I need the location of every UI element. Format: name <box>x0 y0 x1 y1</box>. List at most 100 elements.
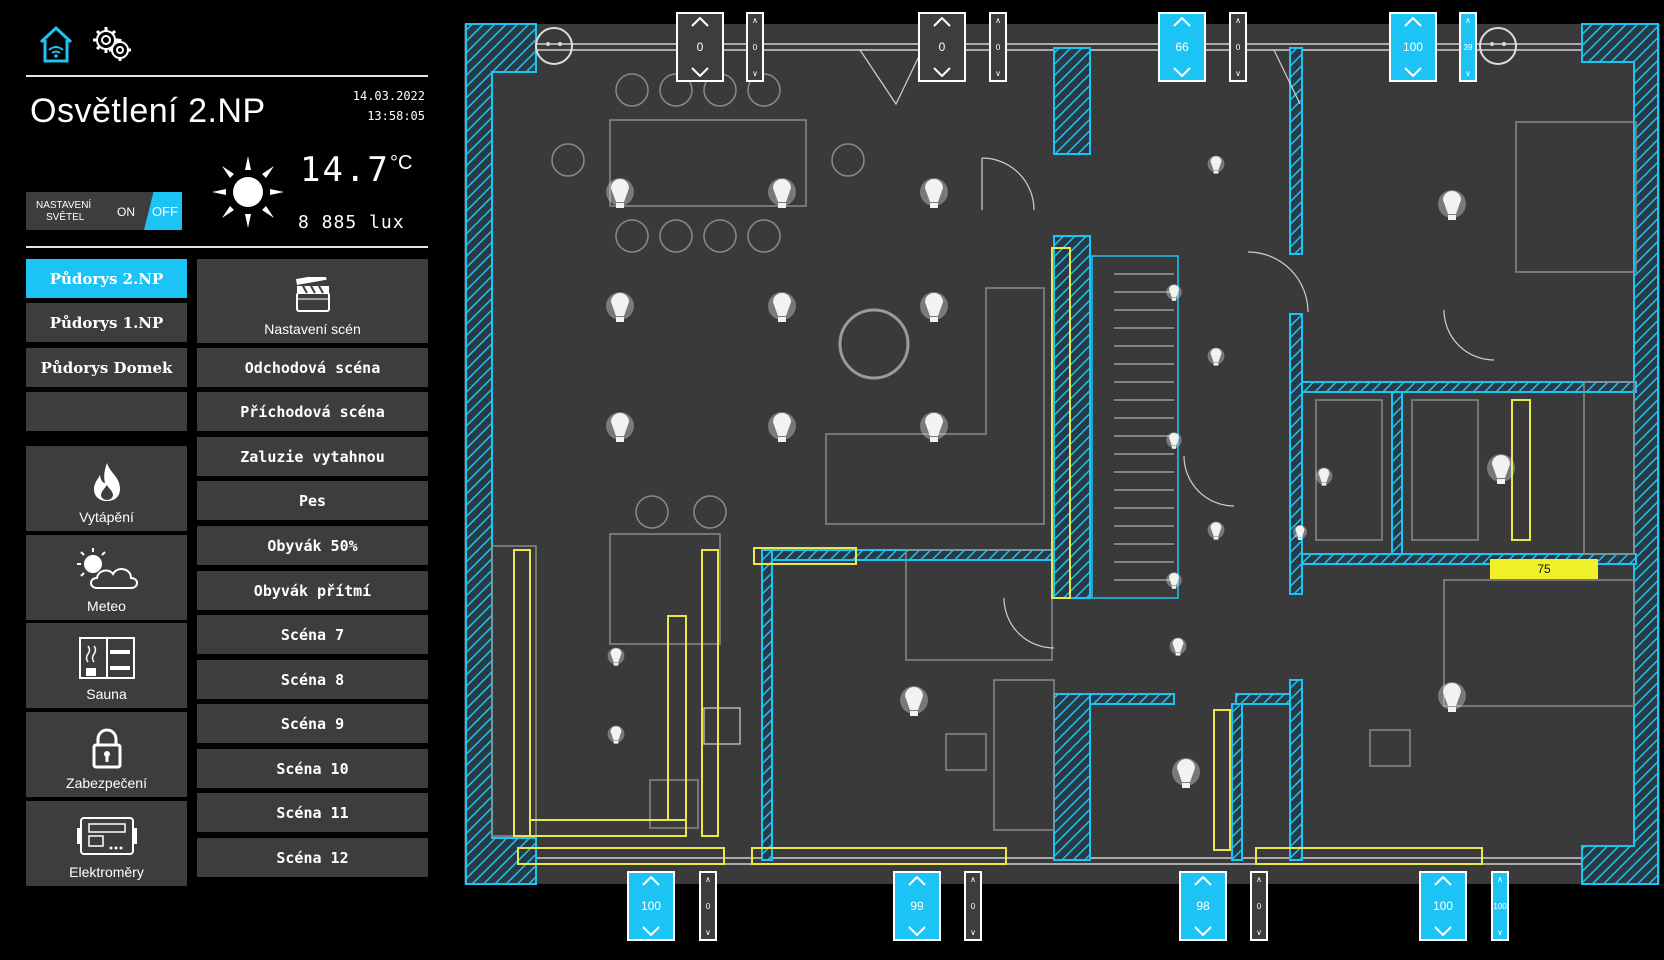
tile-sauna[interactable]: Sauna <box>26 623 187 708</box>
gears-icon[interactable] <box>90 24 134 64</box>
blind-bottom-1[interactable]: 100 <box>627 871 675 941</box>
slat-bottom-3[interactable]: ∧ 0 ∨ <box>1250 871 1268 941</box>
tile-heating[interactable]: Vytápění <box>26 446 187 531</box>
slat-value: 100 <box>1493 901 1507 911</box>
blind-top-3[interactable]: 66 <box>1158 12 1206 82</box>
chevron-up-icon[interactable]: ∧ <box>752 16 758 25</box>
chevron-up-icon[interactable]: ∧ <box>970 875 976 884</box>
chevron-down-icon[interactable] <box>1403 67 1423 77</box>
chevron-up-icon[interactable] <box>641 876 661 886</box>
chevron-down-icon[interactable]: ∨ <box>1256 928 1262 937</box>
chevron-up-icon[interactable] <box>907 876 927 886</box>
slat-top-4[interactable]: ∧ 39 ∨ <box>1459 12 1477 82</box>
blind-position-value: 100 <box>640 899 662 913</box>
slat-top-3[interactable]: ∧ 0 ∨ <box>1229 12 1247 82</box>
chevron-up-icon[interactable] <box>1403 17 1423 27</box>
temperature-unit: °C <box>390 152 413 174</box>
slat-value: 0 <box>705 901 711 911</box>
toggle-on-label: ON <box>117 205 135 219</box>
chevron-down-icon[interactable] <box>690 67 710 77</box>
slat-value: 0 <box>752 42 758 52</box>
scene-button-3[interactable]: Zaluzie vytahnou <box>197 437 428 476</box>
blind-top-2[interactable]: 0 <box>918 12 966 82</box>
home-wifi-icon[interactable] <box>38 24 74 64</box>
scene-button-1[interactable]: Odchodová scéna <box>197 348 428 387</box>
chevron-up-icon[interactable]: ∧ <box>995 16 1001 25</box>
chevron-up-icon[interactable] <box>690 17 710 27</box>
sun-icon <box>210 154 286 230</box>
chevron-down-icon[interactable] <box>932 67 952 77</box>
chevron-down-icon[interactable] <box>907 926 927 936</box>
chevron-up-icon[interactable] <box>1193 876 1213 886</box>
chevron-down-icon[interactable] <box>1193 926 1213 936</box>
chevron-down-icon[interactable]: ∨ <box>705 928 711 937</box>
scene-button-12[interactable]: Scéna 12 <box>197 838 428 877</box>
scene-button-4[interactable]: Pes <box>197 481 428 520</box>
blind-position-value: 0 <box>938 40 946 54</box>
chevron-down-icon[interactable] <box>1433 926 1453 936</box>
chevron-up-icon[interactable]: ∧ <box>705 875 711 884</box>
slat-top-1[interactable]: ∧ 0 ∨ <box>746 12 764 82</box>
chevron-down-icon[interactable]: ∨ <box>995 69 1001 78</box>
light-settings-label-2: SVĚTEL <box>46 212 85 223</box>
page-title: Osvětlení 2.NP <box>30 92 266 130</box>
tile-sauna-label: Sauna <box>86 686 127 702</box>
dimmer-value-badge[interactable]: 75 <box>1490 559 1598 579</box>
tile-security-label: Zabezpečení <box>66 775 147 791</box>
tile-security[interactable]: Zabezpečení <box>26 712 187 797</box>
chevron-down-icon[interactable]: ∨ <box>1497 928 1503 937</box>
nav-floorplan-1np[interactable]: Půdorys 1.NP <box>26 303 187 342</box>
chevron-up-icon[interactable]: ∧ <box>1256 875 1262 884</box>
light-settings-toggle[interactable]: NASTAVENÍ SVĚTEL ON OFF <box>26 192 182 230</box>
chevron-up-icon[interactable] <box>932 17 952 27</box>
chevron-up-icon[interactable] <box>1172 17 1192 27</box>
blind-top-4[interactable]: 100 <box>1389 12 1437 82</box>
chevron-down-icon[interactable] <box>641 926 661 936</box>
scene-button-5[interactable]: Obyvák 50% <box>197 526 428 565</box>
blind-position-value: 99 <box>910 899 924 913</box>
chevron-up-icon[interactable]: ∧ <box>1235 16 1241 25</box>
slat-bottom-4[interactable]: ∧ 100 ∨ <box>1491 871 1509 941</box>
scene-button-10[interactable]: Scéna 10 <box>197 749 428 788</box>
sun-cloud-icon <box>76 548 138 589</box>
light-settings-label-1: NASTAVENÍ <box>36 200 92 211</box>
nav-floorplan-2np[interactable]: Půdorys 2.NP <box>26 259 187 298</box>
sauna-icon <box>78 637 135 679</box>
chevron-down-icon[interactable] <box>1172 67 1192 77</box>
chevron-up-icon[interactable]: ∧ <box>1497 875 1503 884</box>
chevron-down-icon[interactable]: ∨ <box>1465 69 1471 78</box>
chevron-up-icon[interactable] <box>1433 876 1453 886</box>
meter-icon <box>76 817 137 855</box>
slat-top-2[interactable]: ∧ 0 ∨ <box>989 12 1007 82</box>
scene-button-2[interactable]: Příchodová scéna <box>197 392 428 431</box>
chevron-down-icon[interactable]: ∨ <box>752 69 758 78</box>
blind-bottom-2[interactable]: 99 <box>893 871 941 941</box>
scene-button-8[interactable]: Scéna 8 <box>197 660 428 699</box>
lux-value: 8 885 lux <box>298 212 405 233</box>
scene-settings-tile[interactable]: Nastavení scén <box>197 259 428 343</box>
scene-button-11[interactable]: Scéna 11 <box>197 793 428 832</box>
tile-meters[interactable]: Elektroměry <box>26 801 187 886</box>
blind-position-value: 100 <box>1432 899 1454 913</box>
scene-button-6[interactable]: Obyvák přítmí <box>197 571 428 610</box>
chevron-up-icon[interactable]: ∧ <box>1465 16 1471 25</box>
slat-bottom-1[interactable]: ∧ 0 ∨ <box>699 871 717 941</box>
chevron-down-icon[interactable]: ∨ <box>1235 69 1241 78</box>
slat-bottom-2[interactable]: ∧ 0 ∨ <box>964 871 982 941</box>
nav-empty-button[interactable] <box>26 392 187 431</box>
slat-value: 0 <box>1235 42 1241 52</box>
nav-floorplan-domek[interactable]: Půdorys Domek <box>26 348 187 387</box>
scene-button-9[interactable]: Scéna 9 <box>197 704 428 743</box>
scene-settings-label: Nastavení scén <box>264 321 361 337</box>
tile-meters-label: Elektroměry <box>69 864 144 880</box>
blind-bottom-4[interactable]: 100 <box>1419 871 1467 941</box>
blind-position-value: 100 <box>1402 40 1424 54</box>
blind-bottom-3[interactable]: 98 <box>1179 871 1227 941</box>
header-divider-top <box>26 75 428 77</box>
slat-value: 0 <box>970 901 976 911</box>
scene-button-7[interactable]: Scéna 7 <box>197 615 428 654</box>
tile-meteo[interactable]: Meteo <box>26 535 187 620</box>
blind-top-1[interactable]: 0 <box>676 12 724 82</box>
chevron-down-icon[interactable]: ∨ <box>970 928 976 937</box>
blind-position-value: 0 <box>696 40 704 54</box>
